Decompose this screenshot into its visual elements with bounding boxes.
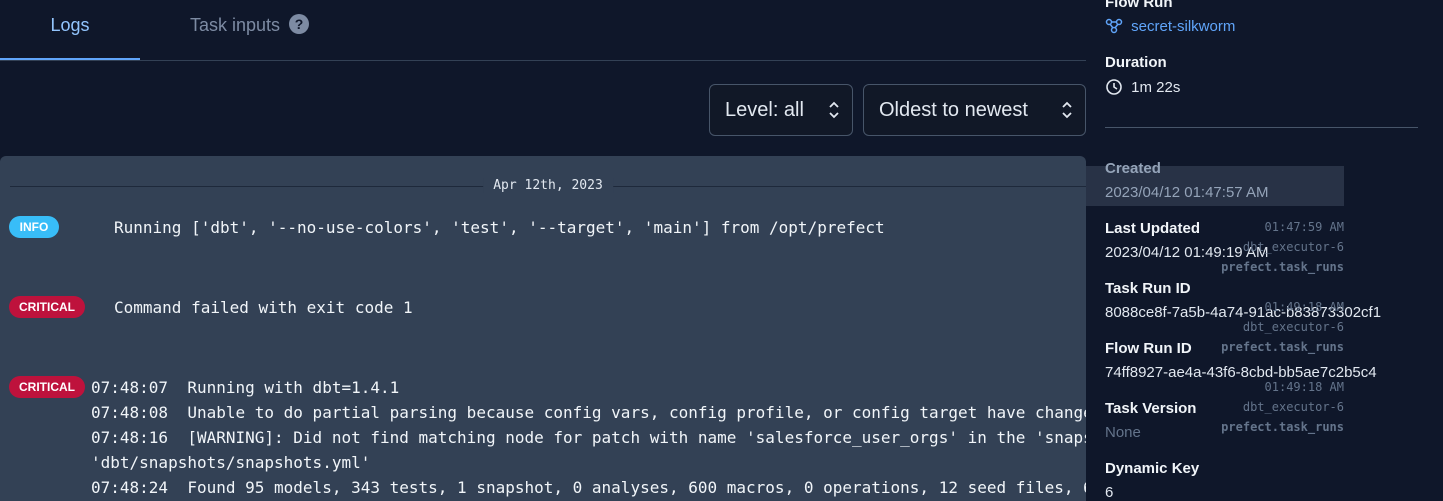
level-select-value: Level: all	[725, 99, 804, 121]
flow-run-icon	[1105, 18, 1123, 34]
order-select[interactable]: Oldest to newest	[863, 84, 1086, 136]
flow-run-id-value: 74ff8927-ae4a-43f6-8cbd-bb5ae7c2b5c4	[1105, 364, 1377, 381]
log-meta-logger: prefect.task_runs	[1221, 340, 1344, 354]
created-label: Created	[1105, 160, 1161, 177]
task-version-label: Task Version	[1105, 400, 1197, 417]
flow-run-id-label: Flow Run ID	[1105, 340, 1192, 357]
updated-label: Last Updated	[1105, 220, 1201, 237]
level-badge-critical: CRITICAL	[9, 376, 85, 398]
level-select[interactable]: Level: all	[709, 84, 853, 136]
log-panel[interactable]: Apr 12th, 2023 INFO Running ['dbt', '--n…	[0, 156, 1086, 501]
help-icon[interactable]: ?	[289, 14, 310, 34]
flow-run-label: Flow Run	[1105, 0, 1173, 11]
log-message: Command failed with exit code 1	[114, 298, 413, 317]
tab-logs[interactable]: Logs	[0, 0, 140, 60]
log-line: 07:48:08 Unable to do partial parsing be…	[91, 403, 1086, 422]
log-meta-time: 01:47:59 AM	[1264, 220, 1344, 234]
log-date: Apr 12th, 2023	[483, 178, 613, 193]
tab-bar: Logs Task inputs ?	[0, 0, 1086, 61]
details-divider	[1105, 127, 1418, 128]
log-line: 07:48:24 Found 95 models, 343 tests, 1 s…	[91, 478, 1086, 497]
clock-icon	[1106, 79, 1122, 95]
flow-run-name[interactable]: secret-silkworm	[1131, 18, 1235, 35]
tab-task-inputs[interactable]: Task inputs ?	[190, 0, 310, 60]
level-badge-critical: CRITICAL	[9, 296, 85, 318]
chevron-up-down-icon	[829, 101, 839, 119]
dynamic-key-label: Dynamic Key	[1105, 460, 1200, 477]
log-meta-time: 01:49:18 AM	[1264, 380, 1344, 394]
log-meta-logger: prefect.task_runs	[1221, 420, 1344, 434]
log-line: 07:48:07 Running with dbt=1.4.1	[91, 378, 400, 397]
task-run-id-label: Task Run ID	[1105, 280, 1191, 297]
task-version-value: None	[1105, 424, 1141, 441]
log-meta-time: 01:49:18 AM	[1264, 300, 1344, 314]
dynamic-key-value: 6	[1105, 484, 1114, 501]
duration-text: 1m 22s	[1131, 79, 1181, 96]
created-value: 2023/04/12 01:47:57 AM	[1105, 184, 1269, 201]
log-meta-worker: dbt_executor-6	[1242, 240, 1344, 254]
log-line: 'dbt/snapshots/snapshots.yml'	[91, 453, 371, 472]
details-sidebar: Flow Run secret-silkworm Duration 1m 22s…	[1086, 0, 1443, 501]
duration-label: Duration	[1105, 54, 1167, 71]
level-badge-info: INFO	[9, 216, 59, 238]
chevron-up-down-icon	[1062, 101, 1072, 119]
order-select-value: Oldest to newest	[879, 99, 1028, 121]
duration-value: 1m 22s	[1105, 78, 1180, 96]
tab-task-inputs-label: Task inputs	[190, 15, 281, 35]
log-meta-worker: dbt_executor-6	[1242, 400, 1344, 414]
log-line: 07:48:16 [WARNING]: Did not find matchin…	[91, 428, 1086, 447]
log-meta-worker: dbt_executor-6	[1242, 320, 1344, 334]
log-message: Running ['dbt', '--no-use-colors', 'test…	[114, 218, 885, 237]
date-divider: Apr 12th, 2023	[10, 176, 1086, 196]
flow-run-link[interactable]: secret-silkworm	[1105, 18, 1235, 35]
log-meta-logger: prefect.task_runs	[1221, 260, 1344, 274]
